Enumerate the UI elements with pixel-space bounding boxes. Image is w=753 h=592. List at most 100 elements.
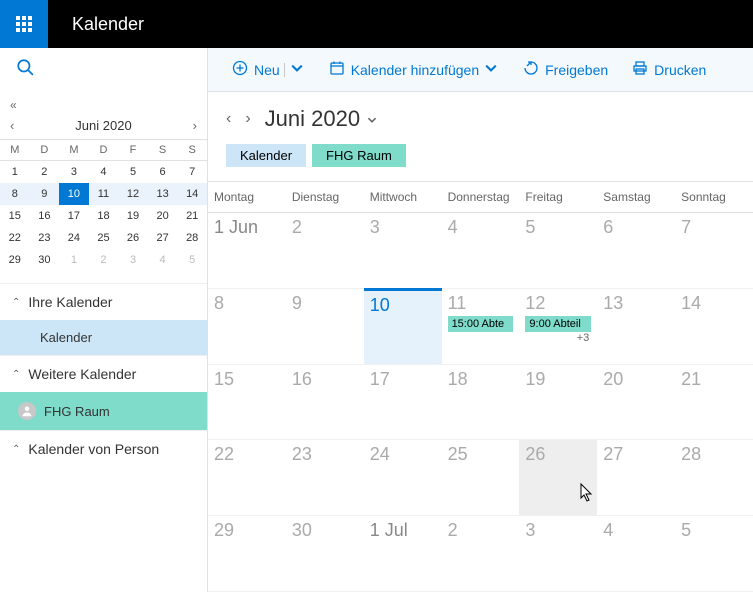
calendar-chip[interactable]: FHG Raum [312, 144, 406, 167]
calendar-group-header[interactable]: ⌃Kalender von Person [0, 430, 207, 467]
day-cell[interactable]: 22 [208, 440, 286, 516]
day-cell[interactable]: 9 [286, 289, 364, 365]
mini-day-cell[interactable]: 18 [89, 205, 119, 227]
mini-day-cell[interactable]: 21 [177, 205, 207, 227]
day-cell[interactable]: 3 [519, 516, 597, 592]
calendar-group-header[interactable]: ⌃Ihre Kalender [0, 283, 207, 320]
day-cell[interactable]: 18 [442, 365, 520, 441]
mini-day-cell[interactable]: 20 [148, 205, 178, 227]
weekday-header: Dienstag [286, 182, 364, 212]
day-cell[interactable]: 30 [286, 516, 364, 592]
calendar-item[interactable]: FHG Raum [0, 392, 207, 430]
mini-day-cell[interactable]: 24 [59, 227, 89, 249]
day-cell[interactable]: 29 [208, 516, 286, 592]
mini-day-cell[interactable]: 16 [30, 205, 60, 227]
mini-day-cell[interactable]: 1 [59, 249, 89, 271]
day-cell[interactable]: 3 [364, 213, 442, 289]
weekday-header: Montag [208, 182, 286, 212]
weekday-header: Sonntag [675, 182, 753, 212]
day-cell[interactable]: 7 [675, 213, 753, 289]
mini-day-cell[interactable]: 4 [148, 249, 178, 271]
new-button[interactable]: Neu [232, 60, 305, 79]
day-number: 15 [214, 369, 280, 390]
mini-day-cell[interactable]: 2 [30, 161, 60, 184]
day-cell[interactable]: 24 [364, 440, 442, 516]
mini-day-cell[interactable]: 8 [0, 183, 30, 205]
day-cell[interactable]: 10 [364, 288, 442, 365]
mini-day-cell[interactable]: 12 [118, 183, 148, 205]
prev-period-button[interactable]: ‹ [226, 110, 231, 128]
mini-day-cell[interactable]: 7 [177, 161, 207, 184]
day-cell[interactable]: 15 [208, 365, 286, 441]
day-cell[interactable]: 4 [597, 516, 675, 592]
collapse-sidebar-button[interactable]: « [10, 98, 17, 112]
day-cell[interactable]: 17 [364, 365, 442, 441]
mini-day-cell[interactable]: 19 [118, 205, 148, 227]
next-period-button[interactable]: › [245, 110, 250, 128]
mini-day-cell[interactable]: 6 [148, 161, 178, 184]
mini-day-cell[interactable]: 4 [89, 161, 119, 184]
day-number: 4 [603, 520, 669, 541]
mini-day-cell[interactable]: 10 [59, 183, 89, 205]
print-button[interactable]: Drucken [632, 60, 706, 79]
mini-day-cell[interactable]: 26 [118, 227, 148, 249]
day-cell[interactable]: 8 [208, 289, 286, 365]
prev-month-mini-button[interactable]: ‹ [6, 118, 18, 133]
mini-day-cell[interactable]: 2 [89, 249, 119, 271]
mini-calendar[interactable]: MDMDFSS 12345678910111213141516171819202… [0, 139, 207, 271]
day-cell[interactable]: 6 [597, 213, 675, 289]
day-cell[interactable]: 2 [442, 516, 520, 592]
mini-day-cell[interactable]: 23 [30, 227, 60, 249]
mini-day-cell[interactable]: 5 [177, 249, 207, 271]
search-icon [16, 58, 34, 81]
calendar-chip[interactable]: Kalender [226, 144, 306, 167]
day-cell[interactable]: 19 [519, 365, 597, 441]
event-item[interactable]: 9:00 Abteil [525, 316, 591, 332]
day-cell[interactable]: 14 [675, 289, 753, 365]
mini-day-cell[interactable]: 29 [0, 249, 30, 271]
day-cell[interactable]: 20 [597, 365, 675, 441]
mini-day-cell[interactable]: 25 [89, 227, 119, 249]
day-cell[interactable]: 129:00 Abteil+3 [519, 289, 597, 365]
day-cell[interactable]: 1 Jun [208, 213, 286, 289]
mini-day-cell[interactable]: 1 [0, 161, 30, 184]
share-button[interactable]: Freigeben [523, 60, 608, 79]
mini-day-cell[interactable]: 13 [148, 183, 178, 205]
more-events-link[interactable]: +3 [525, 332, 591, 344]
mini-day-cell[interactable]: 14 [177, 183, 207, 205]
day-cell[interactable]: 16 [286, 365, 364, 441]
search-button[interactable] [0, 48, 208, 92]
mini-day-cell[interactable]: 27 [148, 227, 178, 249]
mini-day-cell[interactable]: 17 [59, 205, 89, 227]
mini-day-cell[interactable]: 30 [30, 249, 60, 271]
day-cell[interactable]: 5 [519, 213, 597, 289]
day-cell[interactable]: 13 [597, 289, 675, 365]
mini-day-cell[interactable]: 3 [59, 161, 89, 184]
mini-day-cell[interactable]: 15 [0, 205, 30, 227]
period-title-button[interactable]: Juni 2020 [265, 106, 378, 132]
mini-day-cell[interactable]: 5 [118, 161, 148, 184]
calendar-item[interactable]: Kalender [0, 320, 207, 355]
day-cell[interactable]: 4 [442, 213, 520, 289]
calendar-add-icon [329, 60, 345, 79]
day-cell[interactable]: 5 [675, 516, 753, 592]
day-cell[interactable]: 27 [597, 440, 675, 516]
day-cell[interactable]: 25 [442, 440, 520, 516]
mini-day-cell[interactable]: 9 [30, 183, 60, 205]
event-item[interactable]: 15:00 Abte [448, 316, 514, 332]
mini-day-cell[interactable]: 22 [0, 227, 30, 249]
day-cell[interactable]: 1 Jul [364, 516, 442, 592]
calendar-group-header[interactable]: ⌃Weitere Kalender [0, 355, 207, 392]
day-cell[interactable]: 26 [519, 440, 597, 516]
day-cell[interactable]: 21 [675, 365, 753, 441]
day-cell[interactable]: 1115:00 Abte [442, 289, 520, 365]
mini-day-cell[interactable]: 3 [118, 249, 148, 271]
mini-day-cell[interactable]: 11 [89, 183, 119, 205]
add-calendar-button[interactable]: Kalender hinzufügen [329, 60, 499, 79]
day-cell[interactable]: 28 [675, 440, 753, 516]
app-launcher-button[interactable] [0, 0, 48, 48]
day-cell[interactable]: 2 [286, 213, 364, 289]
next-month-mini-button[interactable]: › [189, 118, 201, 133]
mini-day-cell[interactable]: 28 [177, 227, 207, 249]
day-cell[interactable]: 23 [286, 440, 364, 516]
